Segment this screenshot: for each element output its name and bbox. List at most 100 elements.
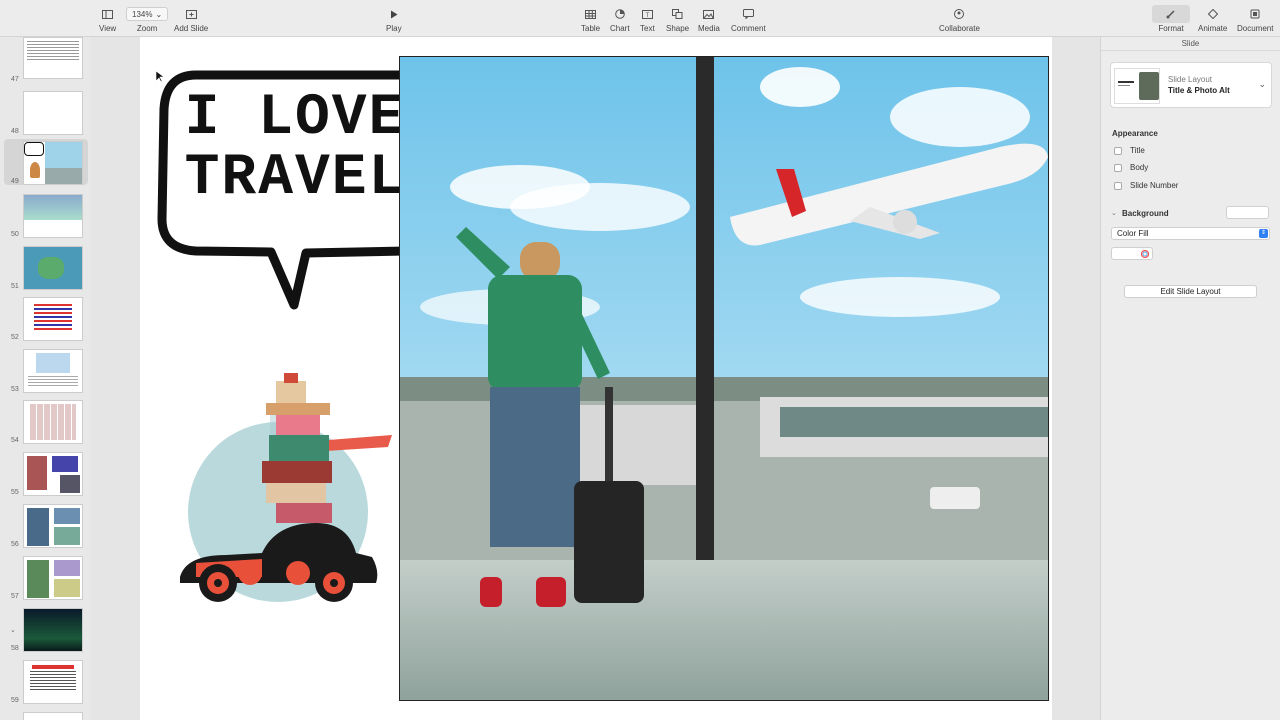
color-fill-well[interactable] <box>1111 247 1153 260</box>
text-button[interactable]: T Text <box>640 5 655 33</box>
table-button[interactable]: Table <box>581 5 600 33</box>
edit-slide-layout-button[interactable]: Edit Slide Layout <box>1124 285 1257 298</box>
thumb-image <box>23 91 83 135</box>
slide-thumb-60[interactable] <box>0 710 90 720</box>
play-icon <box>390 5 398 23</box>
thumb-image <box>23 141 83 185</box>
thumb-image <box>23 400 83 444</box>
shape-icon <box>672 5 683 23</box>
document-icon <box>1250 5 1260 23</box>
layout-caption: Slide Layout <box>1168 75 1213 84</box>
fill-type-select[interactable]: Color Fill ⇕ <box>1111 227 1270 240</box>
animate-label: Animate <box>1198 24 1228 33</box>
chart-icon <box>614 5 625 23</box>
svg-text:T: T <box>645 13 649 19</box>
chart-label: Chart <box>610 24 630 33</box>
checkbox[interactable] <box>1114 146 1122 155</box>
slide-number: 58 <box>11 645 19 652</box>
slide-thumb-49[interactable]: 49 <box>4 139 88 185</box>
checkbox[interactable] <box>1114 163 1122 172</box>
document-label: Document <box>1237 24 1274 33</box>
thumb-image <box>23 712 83 720</box>
zoom-control[interactable]: 134% ⌄ Zoom <box>126 5 169 33</box>
thumb-image <box>23 37 83 79</box>
zoom-label: Zoom <box>136 24 158 33</box>
slide-number: 54 <box>11 437 19 444</box>
text-box-icon: T <box>641 5 653 23</box>
table-icon <box>585 5 597 23</box>
format-button[interactable]: Format <box>1152 5 1190 33</box>
slide-thumb-59[interactable]: 59 <box>0 658 90 704</box>
slide-thumb-58[interactable]: 58 <box>0 606 90 652</box>
speech-line-1: I LOVE <box>184 86 406 151</box>
airport-photo[interactable] <box>399 56 1049 701</box>
thumb-image <box>23 349 83 393</box>
layout-thumbnail <box>1114 68 1160 104</box>
slide[interactable]: I LOVE TRAVEL <box>140 37 1052 720</box>
checkbox-label: Title <box>1130 146 1145 155</box>
slide-number: 53 <box>11 386 19 393</box>
speech-text[interactable]: I LOVE TRAVEL <box>180 89 410 209</box>
animate-button[interactable]: Animate <box>1198 5 1227 33</box>
slide-layout-selector[interactable]: Slide Layout Title & Photo Alt ⌄ <box>1110 62 1272 108</box>
thumb-image <box>23 556 83 600</box>
slide-thumb-54[interactable]: 54 <box>0 398 90 444</box>
body-checkbox[interactable]: Body <box>1114 163 1148 172</box>
slide-number: 51 <box>11 283 19 290</box>
zoom-value: 134% <box>132 9 153 19</box>
thumb-image <box>23 297 83 341</box>
title-checkbox[interactable]: Title <box>1114 146 1145 155</box>
document-button[interactable]: Document <box>1237 5 1273 33</box>
diamond-icon <box>1207 5 1218 23</box>
layout-name: Title & Photo Alt <box>1168 86 1230 95</box>
slide-thumb-56[interactable]: 56 <box>0 502 90 548</box>
slide-thumb-53[interactable]: 53 <box>0 347 90 393</box>
background-heading: Background <box>1122 209 1169 218</box>
appearance-heading: Appearance <box>1112 129 1158 138</box>
slide-thumb-48[interactable]: 48 <box>0 89 90 135</box>
slide-thumb-50[interactable]: 50 <box>0 192 90 238</box>
slide-number: 59 <box>11 697 19 704</box>
color-wheel-icon[interactable] <box>1141 250 1149 258</box>
collaborate-button[interactable]: Collaborate <box>939 5 980 33</box>
slide-number: 52 <box>11 334 19 341</box>
slide-number: 56 <box>11 541 19 548</box>
background-color-well[interactable] <box>1226 206 1269 219</box>
fill-type-value: Color Fill <box>1117 229 1149 238</box>
thumb-image <box>23 452 83 496</box>
view-label: View <box>99 24 117 33</box>
slide-thumb-51[interactable]: 51 <box>0 244 90 290</box>
slide-thumb-57[interactable]: 57 <box>0 554 90 600</box>
car-luggage-illustration[interactable] <box>166 367 394 605</box>
inspector-panel: Slide Slide Layout Title & Photo Alt ⌄ A… <box>1100 37 1280 720</box>
image-icon <box>703 5 715 23</box>
slide-number: 50 <box>11 231 19 238</box>
thumb-image <box>23 504 83 548</box>
shape-button[interactable]: Shape <box>666 5 689 33</box>
chevron-down-icon[interactable]: ⌄ <box>1111 209 1117 217</box>
thumb-image <box>23 194 83 238</box>
text-label: Text <box>640 24 655 33</box>
chart-button[interactable]: Chart <box>610 5 630 33</box>
slide-thumb-47[interactable]: 47 <box>0 37 90 83</box>
checkbox-label: Body <box>1130 163 1149 172</box>
thumb-image <box>23 660 83 704</box>
comment-button[interactable]: Comment <box>731 5 766 33</box>
format-label: Format <box>1158 24 1184 33</box>
slide-thumb-52[interactable]: 52 <box>0 295 90 341</box>
slide-number: 48 <box>11 128 19 135</box>
paintbrush-icon <box>1152 5 1190 23</box>
table-label: Table <box>581 24 601 33</box>
slide-number-checkbox[interactable]: Slide Number <box>1114 181 1178 190</box>
collaborate-label: Collaborate <box>939 24 980 33</box>
add-slide-button[interactable]: Add Slide <box>174 5 208 33</box>
checkbox[interactable] <box>1114 181 1122 190</box>
chevron-down-icon: ⌄ <box>155 9 163 19</box>
view-button[interactable]: View <box>99 5 116 33</box>
add-slide-icon <box>185 5 197 23</box>
play-button[interactable]: Play <box>386 5 402 33</box>
slide-thumb-55[interactable]: 55 <box>0 450 90 496</box>
slide-number: 55 <box>11 489 19 496</box>
media-button[interactable]: Media <box>698 5 720 33</box>
thumb-image <box>23 608 83 652</box>
